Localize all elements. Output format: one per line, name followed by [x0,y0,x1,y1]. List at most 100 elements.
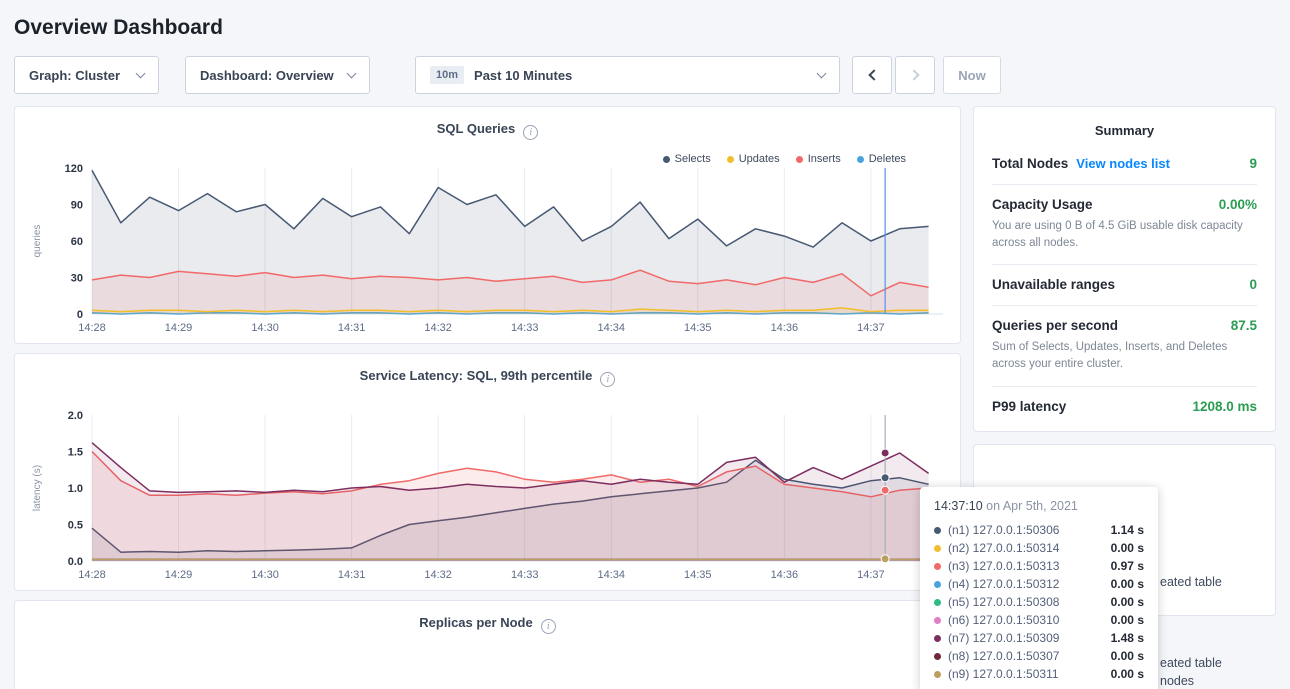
summary-row-queries-per-second: Queries per second 87.5 Sum of Selects, … [992,306,1257,386]
summary-value: 0 [1249,277,1257,292]
event-text-fragment: eated table [1160,656,1222,670]
svg-text:0.0: 0.0 [68,556,83,568]
legend-item-updates[interactable]: Updates [727,153,780,165]
svg-text:14:28: 14:28 [78,322,106,334]
summary-value: 9 [1249,156,1257,171]
svg-text:14:30: 14:30 [251,569,279,581]
tooltip-row: (n4) 127.0.0.1:503120.00 s [934,575,1144,593]
svg-text:1.5: 1.5 [68,447,83,459]
tooltip-row: (n7) 127.0.0.1:503091.48 s [934,629,1144,647]
summary-label: Total Nodes [992,156,1068,171]
node-color-dot [934,653,941,660]
chevron-down-icon [136,68,146,78]
svg-text:14:33: 14:33 [511,569,539,581]
view-nodes-list-link[interactable]: View nodes list [1076,156,1170,171]
summary-value: 0.00% [1219,197,1257,212]
legend-dot [727,156,734,163]
chevron-down-icon [817,68,827,78]
info-icon[interactable]: i [523,125,538,140]
node-color-dot [934,599,941,606]
svg-text:14:34: 14:34 [597,569,625,581]
charts-column: SQL Queriesi Selects Updates Inserts Delete… [14,106,961,689]
summary-description: You are using 0 B of 4.5 GiB usable disk… [992,218,1257,251]
tooltip-node-name: (n6) 127.0.0.1:50310 [948,613,1111,627]
svg-text:120: 120 [65,163,83,175]
node-color-dot [934,635,941,642]
svg-text:14:37: 14:37 [857,322,885,334]
svg-text:14:34: 14:34 [597,322,625,334]
time-prev-button[interactable] [852,56,892,94]
node-color-dot [934,527,941,534]
tooltip-node-name: (n3) 127.0.0.1:50313 [948,559,1111,573]
graph-dropdown[interactable]: Graph: Cluster [14,56,159,94]
tooltip-row: (n6) 127.0.0.1:503100.00 s [934,611,1144,629]
chart-hover-tooltip: 14:37:10 on Apr 5th, 2021 (n1) 127.0.0.1… [920,487,1158,689]
svg-text:queries: queries [32,225,43,258]
dashboard-dropdown-label: Dashboard: Overview [200,68,334,83]
tooltip-node-name: (n1) 127.0.0.1:50306 [948,523,1111,537]
svg-text:14:28: 14:28 [78,569,106,581]
time-step-buttons [852,56,935,94]
svg-text:14:31: 14:31 [338,322,366,334]
svg-text:14:32: 14:32 [424,322,452,334]
tooltip-date: on Apr 5th, 2021 [986,499,1078,513]
page-title: Overview Dashboard [14,16,1290,40]
svg-text:14:31: 14:31 [338,569,366,581]
now-button[interactable]: Now [943,56,1001,94]
info-icon[interactable]: i [541,619,556,634]
svg-text:14:36: 14:36 [771,569,799,581]
tooltip-node-name: (n4) 127.0.0.1:50312 [948,577,1111,591]
svg-text:14:36: 14:36 [771,322,799,334]
legend-item-selects[interactable]: Selects [663,153,711,165]
summary-description: Sum of Selects, Updates, Inserts, and De… [992,339,1257,372]
node-color-dot [934,617,941,624]
time-range-badge: 10m [430,66,464,84]
chart-title: Service Latency: SQL, 99th percentile [360,368,593,383]
svg-text:14:30: 14:30 [251,322,279,334]
tooltip-rows: (n1) 127.0.0.1:503061.14 s(n2) 127.0.0.1… [934,521,1144,683]
tooltip-row: (n8) 127.0.0.1:503070.00 s [934,647,1144,665]
service-latency-panel: Service Latency: SQL, 99th percentile i 1… [14,353,961,591]
svg-text:60: 60 [71,236,83,248]
summary-row-p99-latency: P99 latency 1208.0 ms [992,387,1257,427]
tooltip-node-value: 0.00 s [1111,541,1144,555]
time-range-selector[interactable]: 10m Past 10 Minutes [415,56,840,94]
tooltip-node-value: 1.48 s [1111,631,1144,645]
node-color-dot [934,581,941,588]
summary-panel: Summary Total Nodes View nodes list 9 Ca… [973,106,1276,432]
svg-text:14:35: 14:35 [684,569,712,581]
legend-item-inserts[interactable]: Inserts [796,153,841,165]
graph-dropdown-label: Graph: Cluster [29,68,120,83]
summary-label: Unavailable ranges [992,277,1115,292]
dashboard-dropdown[interactable]: Dashboard: Overview [185,56,370,94]
tooltip-row: (n2) 127.0.0.1:503140.00 s [934,539,1144,557]
chevron-right-icon [908,69,919,80]
tooltip-node-name: (n8) 127.0.0.1:50307 [948,649,1111,663]
sql-queries-chart[interactable]: 14:2814:2914:3014:3114:3214:3314:3414:35… [26,160,949,336]
svg-text:2.0: 2.0 [68,410,83,422]
summary-title: Summary [992,123,1257,138]
tooltip-node-value: 0.00 s [1111,613,1144,627]
service-latency-chart[interactable]: 14:2814:2914:3014:3114:3214:3314:3414:35… [26,407,949,583]
legend-item-deletes[interactable]: Deletes [857,153,906,165]
legend-dot [857,156,864,163]
summary-row-unavailable-ranges: Unavailable ranges 0 [992,265,1257,306]
svg-text:0: 0 [77,309,83,321]
node-color-dot [934,671,941,678]
tooltip-node-value: 0.00 s [1111,595,1144,609]
summary-value: 1208.0 ms [1192,399,1257,414]
summary-label: Capacity Usage [992,197,1093,212]
chart-header: SQL Queriesi [15,107,960,138]
svg-text:1.0: 1.0 [68,483,83,495]
chevron-left-icon [868,69,879,80]
summary-row-capacity-usage: Capacity Usage 0.00% You are using 0 B o… [992,185,1257,265]
summary-row-total-nodes: Total Nodes View nodes list 9 [992,144,1257,185]
info-icon[interactable]: i [600,372,615,387]
svg-text:30: 30 [71,273,83,285]
tooltip-node-name: (n9) 127.0.0.1:50311 [948,667,1111,681]
svg-text:14:32: 14:32 [424,569,452,581]
tooltip-node-value: 0.00 s [1111,577,1144,591]
time-next-button[interactable] [895,56,935,94]
chevron-down-icon [347,68,357,78]
chart-title: Replicas per Node [419,615,532,630]
